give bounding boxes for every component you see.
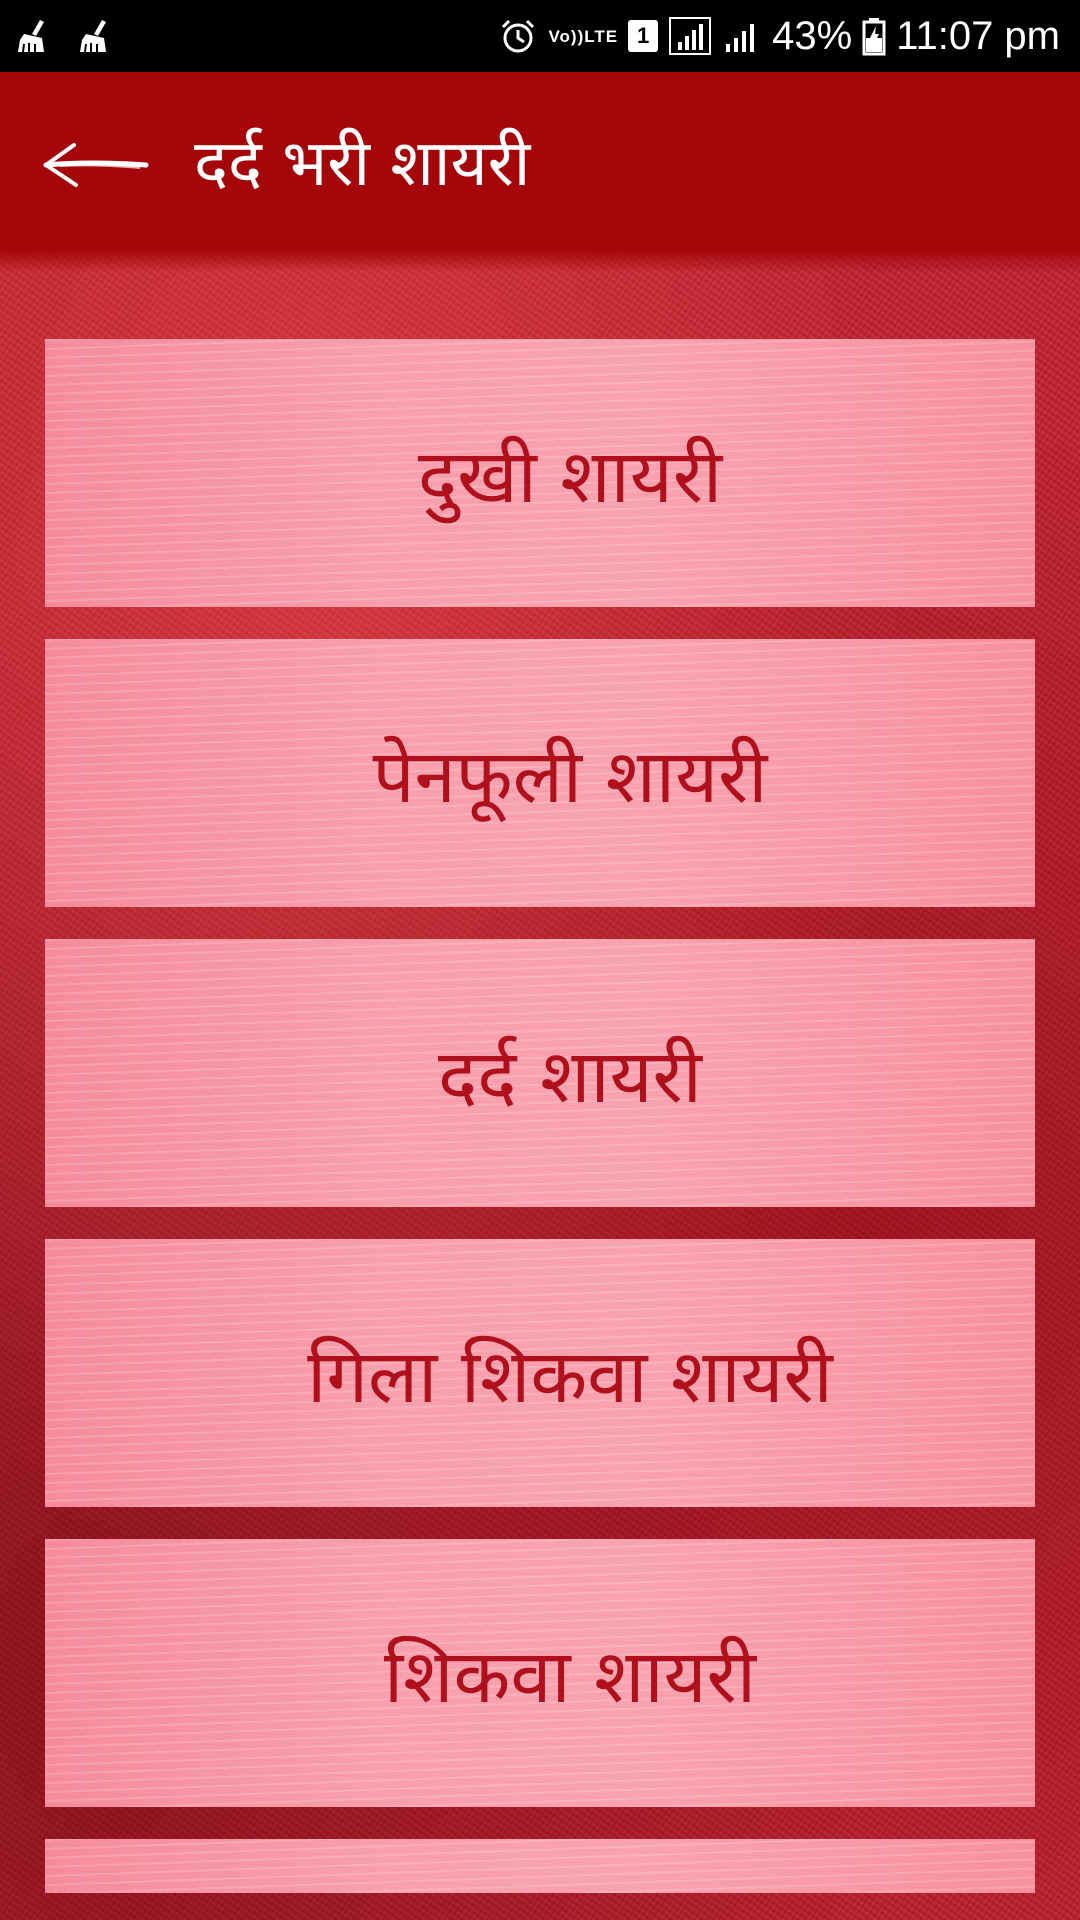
list-item-label: पेनफूली शायरी bbox=[372, 733, 768, 820]
list-item-label: गिला शिकवा शायरी bbox=[307, 1333, 833, 1420]
app-bar: दर्द भरी शायरी bbox=[0, 72, 1080, 268]
sim-slot-icon: 1 bbox=[628, 20, 659, 52]
signal-strength-secondary-icon bbox=[722, 16, 762, 56]
back-arrow-icon bbox=[40, 135, 150, 199]
content-area: दुखी शायरी पेनफूली शायरी दर्द शायरी गिला… bbox=[0, 250, 1080, 1920]
list-item[interactable]: दर्द शायरी bbox=[45, 939, 1035, 1207]
list-item[interactable]: शिकवा शायरी bbox=[45, 1539, 1035, 1807]
battery-charging-icon bbox=[862, 16, 886, 56]
page-title: दर्द भरी शायरी bbox=[194, 127, 531, 201]
list-item[interactable]: गिला शिकवा शायरी bbox=[45, 1239, 1035, 1507]
cleaner-broom-icon bbox=[76, 16, 116, 56]
system-status-area: Vo)) LTE 1 43% 11:07 pm bbox=[498, 14, 1060, 59]
cleaner-broom-icon bbox=[14, 16, 54, 56]
status-bar: Vo)) LTE 1 43% 11:07 pm bbox=[0, 0, 1080, 72]
category-list: दुखी शायरी पेनफूली शायरी दर्द शायरी गिला… bbox=[45, 339, 1035, 1893]
list-item-label: दर्द शायरी bbox=[438, 1033, 702, 1120]
list-item[interactable]: पेनफूली शायरी bbox=[45, 639, 1035, 907]
signal-strength-icon bbox=[668, 16, 712, 56]
volte-label: Vo)) bbox=[548, 26, 585, 46]
list-item-label: दुखी शायरी bbox=[417, 433, 723, 520]
volte-indicator: Vo)) LTE bbox=[548, 28, 618, 45]
list-item[interactable]: दुखी शायरी bbox=[45, 339, 1035, 607]
notification-area bbox=[14, 16, 116, 56]
battery-percent: 43% bbox=[772, 13, 853, 58]
lte-label: LTE bbox=[584, 26, 619, 46]
alarm-clock-icon bbox=[498, 16, 538, 56]
clock-time: 11:07 pm bbox=[896, 13, 1060, 58]
list-item-label: शिकवा शायरी bbox=[384, 1633, 756, 1720]
list-item[interactable] bbox=[45, 1839, 1035, 1893]
back-button[interactable] bbox=[40, 132, 160, 202]
